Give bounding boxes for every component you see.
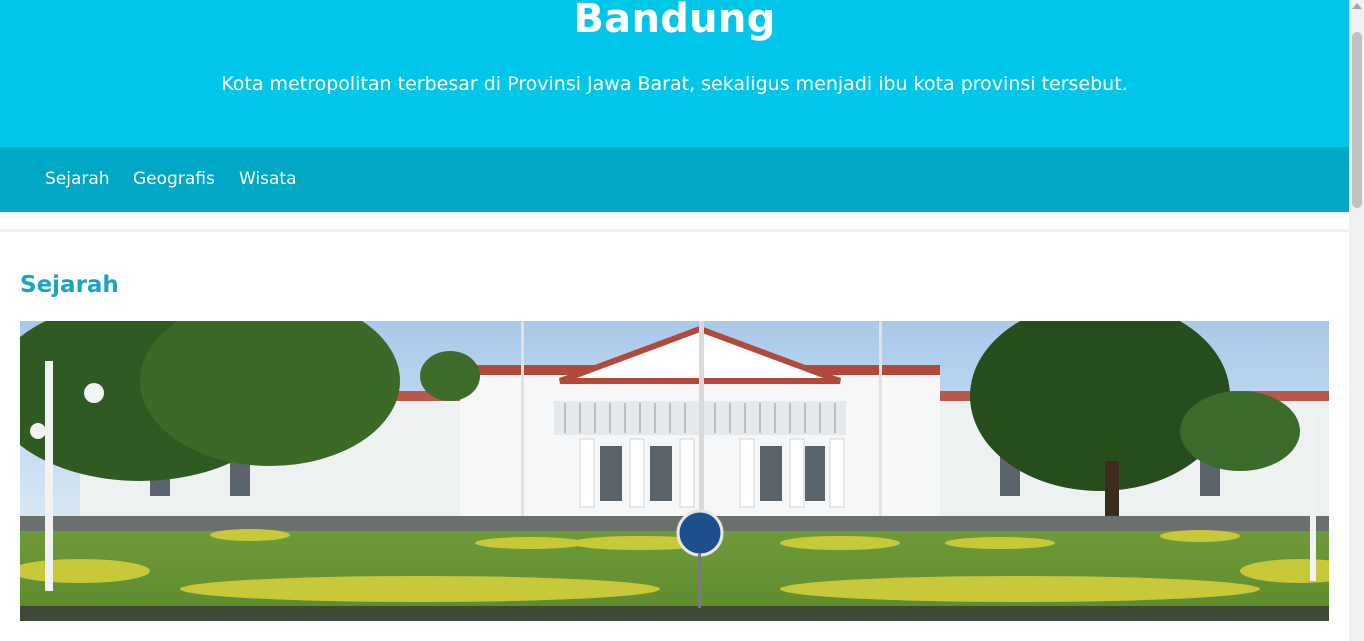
site-title: Bandung [573, 0, 776, 42]
nav-item-sejarah[interactable]: Sejarah [45, 169, 110, 189]
page: Bandung Kota metropolitan terbesar di Pr… [0, 0, 1349, 641]
scroll-up-icon[interactable] [1352, 3, 1362, 9]
site-subtitle: Kota metropolitan terbesar di Provinsi J… [221, 73, 1128, 95]
scrollbar-thumb[interactable] [1352, 32, 1362, 208]
nav-item-geografis[interactable]: Geografis [133, 169, 215, 189]
main-nav: Sejarah Geografis Wisata [0, 147, 1349, 212]
section-image [20, 321, 1329, 621]
section-title: Sejarah [20, 272, 119, 298]
nav-item-wisata[interactable]: Wisata [239, 169, 297, 189]
vertical-scrollbar[interactable] [1349, 0, 1364, 641]
hero-header: Bandung Kota metropolitan terbesar di Pr… [0, 0, 1349, 147]
building-photo [20, 321, 1329, 621]
